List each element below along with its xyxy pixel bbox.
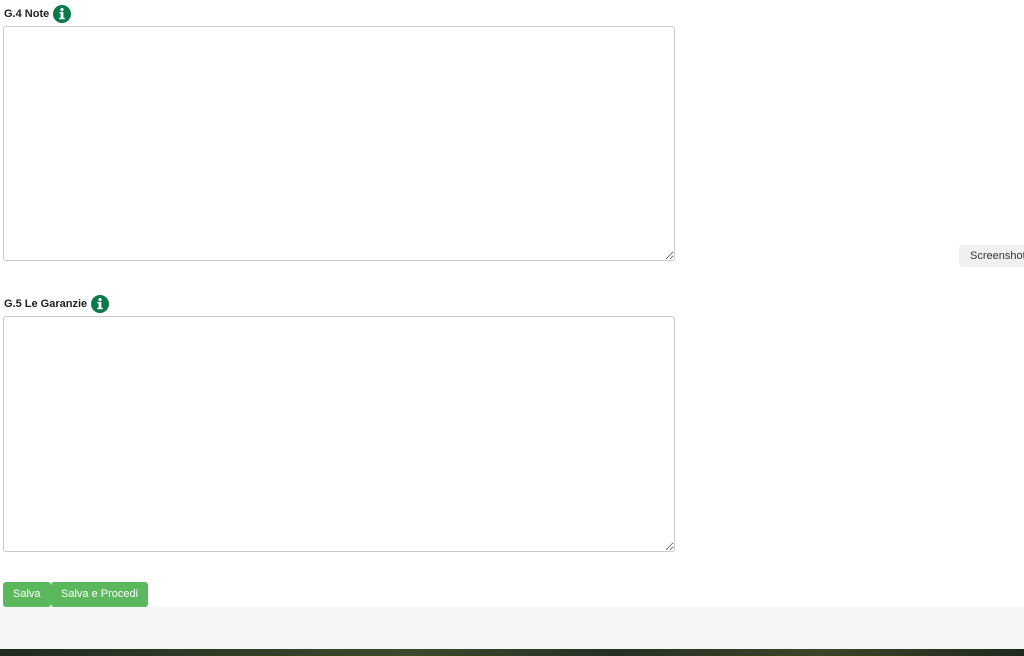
save-and-proceed-button[interactable]: Salva e Procedi [51,582,149,607]
garanzie-textarea[interactable] [3,316,675,552]
page: G.4 Note G.5 Le Garanzie Salva Salva e P… [0,0,1024,656]
note-textarea[interactable] [3,26,675,261]
screenshot-tab[interactable]: Screenshot [959,245,1024,267]
footer-image-strip [0,649,1024,656]
save-button[interactable]: Salva [3,582,51,607]
note-field-label: G.4 Note [4,5,72,23]
info-icon[interactable] [91,295,110,313]
info-icon[interactable] [53,5,72,23]
footer [0,607,1024,649]
garanzie-field-label: G.5 Le Garanzie [4,295,110,313]
note-label-text: G.4 Note [4,8,50,20]
garanzie-label-text: G.5 Le Garanzie [4,298,88,310]
